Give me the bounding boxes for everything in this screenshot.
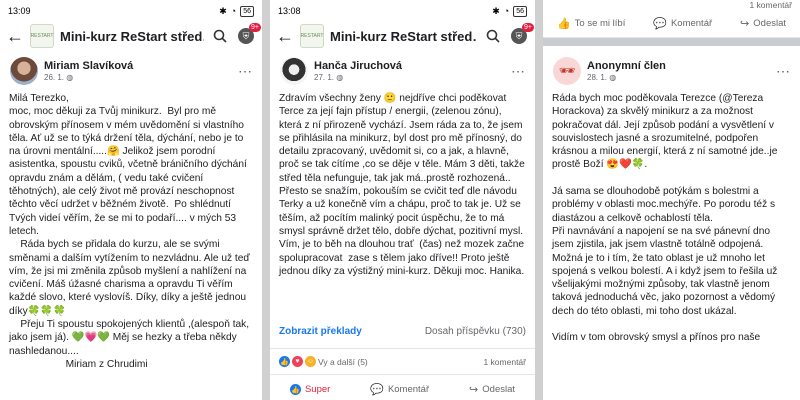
battery-icon: 56 bbox=[240, 5, 254, 17]
screenshot-3: 1 komentář 👍 To se mi líbí 💬 Komentář ↪ … bbox=[543, 0, 800, 400]
like-button[interactable]: 👍 Super bbox=[289, 384, 330, 395]
back-arrow-icon[interactable]: ← bbox=[6, 27, 24, 45]
like-reaction-icon: 👍 bbox=[279, 356, 290, 367]
post-header: Hanča Jiruchová 27. 1. ◍ ⋯ bbox=[270, 50, 535, 90]
comment-button[interactable]: 💬 Komentář bbox=[653, 17, 712, 30]
share-icon: ↪ bbox=[469, 384, 479, 396]
search-icon bbox=[213, 29, 227, 43]
avatar[interactable] bbox=[280, 57, 308, 85]
share-button[interactable]: ↪ Odeslat bbox=[740, 17, 786, 30]
search-button[interactable] bbox=[483, 26, 503, 46]
love-reaction-icon: ♥ bbox=[292, 356, 303, 367]
group-title[interactable]: Mini-kurz ReStart střed… bbox=[60, 29, 204, 44]
admin-shield-button[interactable]: ⛨ 9+ bbox=[236, 23, 261, 46]
group-title[interactable]: Mini-kurz ReStart střed… bbox=[330, 29, 477, 44]
more-options-icon[interactable]: ⋯ bbox=[776, 63, 790, 80]
share-button[interactable]: ↪ Odeslat bbox=[469, 383, 515, 396]
post-text: Zdravím všechny ženy 🙂 nejdříve chci pod… bbox=[279, 93, 528, 277]
post-header: 🕶 Anonymní člen 28. 1. ◍ ⋯ bbox=[543, 46, 800, 90]
status-bar: 13:09 ✱ ◔ 56 bbox=[0, 0, 262, 22]
search-icon bbox=[486, 29, 500, 43]
wifi-icon: ◔ bbox=[503, 6, 510, 16]
notification-badge: 9+ bbox=[249, 23, 261, 32]
reactions-text: Vy a další (5) bbox=[318, 356, 368, 367]
bluetooth-icon: ✱ bbox=[219, 5, 227, 16]
share-icon: ↪ bbox=[740, 18, 750, 30]
post-date: 27. 1. bbox=[314, 73, 335, 82]
globe-icon: ◍ bbox=[609, 73, 617, 82]
wifi-icon: ◔ bbox=[230, 6, 237, 16]
action-bar: 👍 To se mi líbí 💬 Komentář ↪ Odeslat bbox=[543, 10, 800, 38]
author-name: Anonymní člen bbox=[587, 60, 666, 72]
status-time: 13:09 bbox=[8, 6, 31, 16]
status-time: 13:08 bbox=[278, 6, 301, 16]
author-name[interactable]: Miriam Slavíková bbox=[44, 60, 133, 72]
back-arrow-icon[interactable]: ← bbox=[276, 27, 294, 45]
post-text: Milá Terezko, moc, moc děkuji za Tvůj mi… bbox=[9, 93, 250, 370]
action-bar: 👍 Super 💬 Komentář ↪ Odeslat bbox=[270, 374, 535, 400]
show-translations-link[interactable]: Zobrazit překlady bbox=[279, 326, 362, 337]
post-text: Ráda bych moc poděkovala Terezce (@Terez… bbox=[552, 93, 778, 344]
post-date: 26. 1. bbox=[44, 73, 65, 82]
care-reaction-icon: ☺ bbox=[305, 356, 316, 367]
anonymous-avatar: 🕶 bbox=[553, 57, 581, 85]
more-options-icon[interactable]: ⋯ bbox=[238, 63, 252, 80]
post-reach-label[interactable]: Dosah příspěvku (730) bbox=[425, 326, 526, 337]
globe-icon: ◍ bbox=[336, 73, 344, 82]
like-button[interactable]: 👍 To se mi líbí bbox=[557, 17, 625, 30]
comment-icon: 💬 bbox=[653, 18, 667, 30]
screenshot-1: 13:09 ✱ ◔ 56 ← RESTART Mini-kurz ReStart… bbox=[0, 0, 262, 400]
reactions-summary[interactable]: 👍 ♥ ☺ Vy a další (5) bbox=[279, 356, 368, 367]
thumbs-up-icon: 👍 bbox=[556, 18, 571, 30]
previous-comments-count[interactable]: 1 komentář bbox=[543, 0, 800, 10]
search-button[interactable] bbox=[210, 26, 230, 46]
notification-badge: 9+ bbox=[522, 23, 534, 32]
comment-icon: 💬 bbox=[370, 384, 384, 396]
app-bar: ← RESTART Mini-kurz ReStart střed… ⛨ 9+ bbox=[0, 22, 262, 50]
group-logo[interactable]: RESTART bbox=[30, 24, 54, 48]
app-bar: ← RESTART Mini-kurz ReStart střed… ⛨ 9+ bbox=[270, 22, 535, 50]
more-options-icon[interactable]: ⋯ bbox=[511, 63, 525, 80]
comment-button[interactable]: 💬 Komentář bbox=[370, 383, 429, 396]
group-logo[interactable]: RESTART bbox=[300, 24, 324, 48]
status-bar: 13:08 ✱ ◔ 56 bbox=[270, 0, 535, 22]
screenshot-2: 13:08 ✱ ◔ 56 ← RESTART Mini-kurz ReStart… bbox=[270, 0, 535, 400]
post-header: Miriam Slavíková 26. 1. ◍ ⋯ bbox=[0, 50, 262, 90]
battery-icon: 56 bbox=[513, 5, 527, 17]
like-icon: 👍 bbox=[289, 384, 301, 395]
globe-icon: ◍ bbox=[66, 73, 74, 82]
bluetooth-icon: ✱ bbox=[492, 5, 500, 16]
post-date: 28. 1. bbox=[587, 73, 608, 82]
comments-count[interactable]: 1 komentář bbox=[483, 357, 526, 367]
post-separator bbox=[543, 38, 800, 46]
avatar[interactable] bbox=[10, 57, 38, 85]
author-name[interactable]: Hanča Jiruchová bbox=[314, 60, 402, 72]
admin-shield-button[interactable]: ⛨ 9+ bbox=[509, 23, 534, 46]
